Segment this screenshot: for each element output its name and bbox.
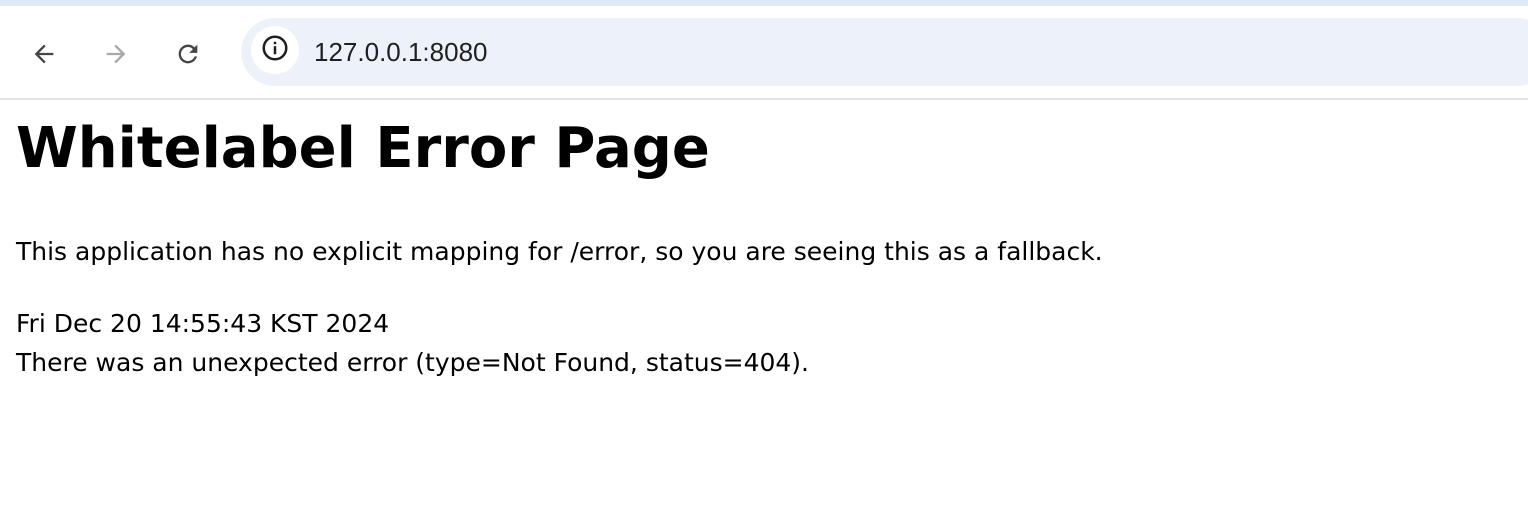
info-icon	[260, 33, 290, 67]
forward-button[interactable]	[96, 34, 136, 74]
site-info-button[interactable]	[251, 26, 299, 74]
toolbar-divider	[0, 98, 1528, 100]
url-text[interactable]: 127.0.0.1:8080	[314, 38, 488, 66]
error-timestamp: Fri Dec 20 14:55:43 KST 2024	[16, 309, 390, 338]
back-button[interactable]	[24, 34, 64, 74]
error-detail: There was an unexpected error (type=Not …	[16, 348, 810, 377]
browser-toolbar: 127.0.0.1:8080	[0, 6, 1528, 98]
page-title: Whitelabel Error Page	[16, 116, 710, 181]
error-message: This application has no explicit mapping…	[16, 237, 1103, 266]
reload-icon	[174, 40, 202, 68]
reload-button[interactable]	[168, 34, 208, 74]
back-arrow-icon	[30, 40, 58, 68]
address-bar[interactable]: 127.0.0.1:8080	[241, 18, 1528, 86]
forward-arrow-icon	[102, 40, 130, 68]
